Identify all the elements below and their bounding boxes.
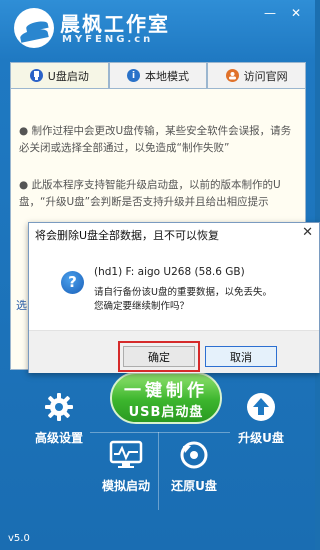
- divider: [158, 432, 159, 510]
- monitor-icon: [95, 440, 157, 473]
- restore-icon: [163, 440, 225, 473]
- simulate-boot-button[interactable]: 模拟启动: [95, 440, 157, 494]
- app-subtitle: MYFENG.cn: [62, 34, 154, 45]
- tab-bar: U盘启动 i 本地模式 访问官网: [10, 62, 307, 88]
- simulate-boot-label: 模拟启动: [101, 479, 150, 493]
- dialog-close-button[interactable]: ✕: [302, 225, 313, 240]
- info-paragraph-1: ● 制作过程中会更改U盘传输，某些安全软件会误报，请务必关闭或选择全部通过，以免…: [19, 125, 292, 154]
- restore-usb-button[interactable]: 还原U盘: [163, 440, 225, 494]
- make-button-line2: USB启动盘: [128, 405, 204, 420]
- restore-usb-label: 还原U盘: [171, 479, 217, 493]
- title-bar: 晨枫工作室 MYFENG.cn — ✕: [0, 0, 315, 58]
- dialog-warning-text: 请自行备份该U盘的重要数据，以免丢失。: [94, 287, 272, 298]
- gear-icon: [30, 392, 88, 425]
- app-title: 晨枫工作室: [60, 12, 170, 36]
- confirm-button[interactable]: 确定: [118, 341, 200, 372]
- make-button-line1: 一键制作: [124, 381, 208, 401]
- tab-label: 本地模式: [145, 69, 189, 83]
- app-logo-icon: [14, 8, 54, 48]
- dialog-footer: 确定 取消: [29, 330, 319, 373]
- person-icon: [225, 69, 239, 82]
- tab-local-mode[interactable]: i 本地模式: [108, 62, 208, 88]
- info-paragraph-2: ● 此版本程序支持智能升级启动盘，以前的版本制作的U盘，“升级U盘”会判断是否支…: [19, 179, 281, 208]
- upgrade-usb-label: 升级U盘: [238, 431, 284, 445]
- dialog-question-text: 您确定要继续制作吗？: [94, 301, 190, 312]
- usb-icon: [29, 69, 43, 82]
- advanced-settings-button[interactable]: 高级设置: [30, 392, 88, 446]
- dialog-title: 将会删除U盘全部数据，且不可以恢复: [29, 223, 319, 245]
- upgrade-usb-button[interactable]: 升级U盘: [232, 392, 290, 446]
- tab-visit-site[interactable]: 访问官网: [207, 62, 307, 88]
- upload-arrow-icon: [232, 392, 290, 425]
- close-button[interactable]: ✕: [288, 6, 304, 20]
- confirm-dialog: 将会删除U盘全部数据，且不可以恢复 ✕ ? (hd1) F: aigo U268…: [28, 222, 320, 373]
- version-label: v5.0: [8, 533, 30, 544]
- advanced-settings-label: 高级设置: [34, 431, 83, 445]
- make-usb-boot-button[interactable]: 一键制作 USB启动盘: [110, 372, 222, 424]
- info-icon: i: [127, 69, 140, 82]
- dialog-device-text: (hd1) F: aigo U268 (58.6 GB): [94, 266, 245, 278]
- cancel-button[interactable]: 取消: [205, 346, 277, 367]
- select-label[interactable]: 选: [16, 297, 27, 313]
- question-icon: ?: [61, 271, 84, 294]
- divider: [90, 432, 230, 433]
- tab-label: U盘启动: [47, 69, 89, 83]
- minimize-button[interactable]: —: [262, 6, 278, 20]
- dialog-body: ? (hd1) F: aigo U268 (58.6 GB) 请自行备份该U盘的…: [35, 246, 313, 330]
- tab-label: 访问官网: [243, 69, 288, 83]
- tab-usb-boot[interactable]: U盘启动: [10, 62, 109, 88]
